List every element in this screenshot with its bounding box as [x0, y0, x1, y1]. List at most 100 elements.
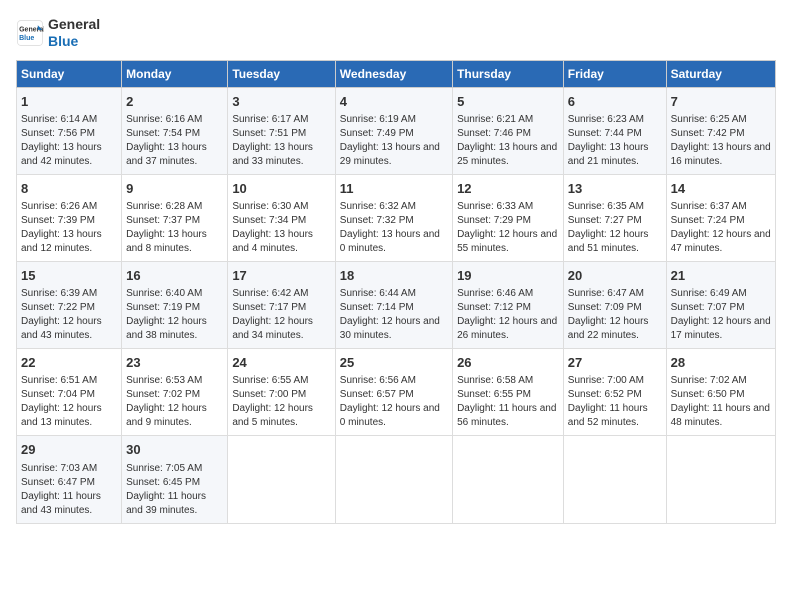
calendar-cell: 30 Sunrise: 7:05 AM Sunset: 6:45 PM Dayl…: [122, 436, 228, 523]
calendar-table: SundayMondayTuesdayWednesdayThursdayFrid…: [16, 60, 776, 524]
sunrise-label: Sunrise: 6:14 AM: [21, 114, 97, 125]
sunset-label: Sunset: 7:09 PM: [568, 302, 642, 313]
daylight-label: Daylight: 13 hours and 42 minutes.: [21, 142, 102, 167]
sunrise-label: Sunrise: 6:51 AM: [21, 375, 97, 386]
day-number: 9: [126, 180, 223, 198]
daylight-label: Daylight: 12 hours and 17 minutes.: [671, 316, 771, 341]
calendar-cell: 29 Sunrise: 7:03 AM Sunset: 6:47 PM Dayl…: [17, 436, 122, 523]
day-number: 3: [232, 93, 330, 111]
day-number: 7: [671, 93, 771, 111]
week-row-5: 29 Sunrise: 7:03 AM Sunset: 6:47 PM Dayl…: [17, 436, 776, 523]
sunrise-label: Sunrise: 6:17 AM: [232, 114, 308, 125]
calendar-cell: [228, 436, 335, 523]
day-number: 28: [671, 354, 771, 372]
sunset-label: Sunset: 6:55 PM: [457, 389, 531, 400]
day-number: 1: [21, 93, 117, 111]
sunset-label: Sunset: 7:14 PM: [340, 302, 414, 313]
daylight-label: Daylight: 12 hours and 5 minutes.: [232, 403, 313, 428]
daylight-label: Daylight: 13 hours and 16 minutes.: [671, 142, 771, 167]
sunrise-label: Sunrise: 6:26 AM: [21, 201, 97, 212]
calendar-cell: 21 Sunrise: 6:49 AM Sunset: 7:07 PM Dayl…: [666, 261, 775, 348]
day-number: 10: [232, 180, 330, 198]
day-number: 23: [126, 354, 223, 372]
sunset-label: Sunset: 7:56 PM: [21, 128, 95, 139]
sunrise-label: Sunrise: 6:40 AM: [126, 288, 202, 299]
logo-icon: General Blue: [16, 19, 44, 47]
sunrise-label: Sunrise: 6:58 AM: [457, 375, 533, 386]
day-number: 8: [21, 180, 117, 198]
day-number: 20: [568, 267, 662, 285]
daylight-label: Daylight: 13 hours and 33 minutes.: [232, 142, 313, 167]
calendar-cell: 14 Sunrise: 6:37 AM Sunset: 7:24 PM Dayl…: [666, 174, 775, 261]
sunrise-label: Sunrise: 7:03 AM: [21, 463, 97, 474]
sunrise-label: Sunrise: 6:47 AM: [568, 288, 644, 299]
daylight-label: Daylight: 12 hours and 55 minutes.: [457, 229, 557, 254]
day-number: 18: [340, 267, 448, 285]
calendar-cell: 1 Sunrise: 6:14 AM Sunset: 7:56 PM Dayli…: [17, 87, 122, 174]
daylight-label: Daylight: 13 hours and 8 minutes.: [126, 229, 207, 254]
daylight-label: Daylight: 13 hours and 21 minutes.: [568, 142, 649, 167]
svg-text:Blue: Blue: [19, 35, 34, 42]
calendar-cell: 12 Sunrise: 6:33 AM Sunset: 7:29 PM Dayl…: [453, 174, 564, 261]
week-row-4: 22 Sunrise: 6:51 AM Sunset: 7:04 PM Dayl…: [17, 349, 776, 436]
sunset-label: Sunset: 7:51 PM: [232, 128, 306, 139]
daylight-label: Daylight: 12 hours and 13 minutes.: [21, 403, 102, 428]
week-row-3: 15 Sunrise: 6:39 AM Sunset: 7:22 PM Dayl…: [17, 261, 776, 348]
day-number: 5: [457, 93, 559, 111]
daylight-label: Daylight: 13 hours and 12 minutes.: [21, 229, 102, 254]
daylight-label: Daylight: 13 hours and 0 minutes.: [340, 229, 440, 254]
sunrise-label: Sunrise: 6:46 AM: [457, 288, 533, 299]
logo-text-line1: General: [48, 16, 100, 33]
daylight-label: Daylight: 12 hours and 22 minutes.: [568, 316, 649, 341]
sunset-label: Sunset: 7:49 PM: [340, 128, 414, 139]
sunset-label: Sunset: 7:00 PM: [232, 389, 306, 400]
sunset-label: Sunset: 7:07 PM: [671, 302, 745, 313]
calendar-cell: 20 Sunrise: 6:47 AM Sunset: 7:09 PM Dayl…: [563, 261, 666, 348]
day-number: 30: [126, 441, 223, 459]
sunrise-label: Sunrise: 6:30 AM: [232, 201, 308, 212]
calendar-cell: 24 Sunrise: 6:55 AM Sunset: 7:00 PM Dayl…: [228, 349, 335, 436]
calendar-cell: 3 Sunrise: 6:17 AM Sunset: 7:51 PM Dayli…: [228, 87, 335, 174]
calendar-cell: 2 Sunrise: 6:16 AM Sunset: 7:54 PM Dayli…: [122, 87, 228, 174]
sunset-label: Sunset: 7:34 PM: [232, 215, 306, 226]
sunset-label: Sunset: 7:39 PM: [21, 215, 95, 226]
calendar-cell: 27 Sunrise: 7:00 AM Sunset: 6:52 PM Dayl…: [563, 349, 666, 436]
daylight-label: Daylight: 12 hours and 43 minutes.: [21, 316, 102, 341]
sunrise-label: Sunrise: 6:28 AM: [126, 201, 202, 212]
daylight-label: Daylight: 11 hours and 43 minutes.: [21, 491, 101, 516]
calendar-cell: 16 Sunrise: 6:40 AM Sunset: 7:19 PM Dayl…: [122, 261, 228, 348]
calendar-cell: [335, 436, 452, 523]
calendar-cell: 17 Sunrise: 6:42 AM Sunset: 7:17 PM Dayl…: [228, 261, 335, 348]
calendar-cell: 6 Sunrise: 6:23 AM Sunset: 7:44 PM Dayli…: [563, 87, 666, 174]
sunrise-label: Sunrise: 7:00 AM: [568, 375, 644, 386]
daylight-label: Daylight: 12 hours and 47 minutes.: [671, 229, 771, 254]
daylight-label: Daylight: 12 hours and 51 minutes.: [568, 229, 649, 254]
header-wednesday: Wednesday: [335, 60, 452, 87]
sunset-label: Sunset: 6:52 PM: [568, 389, 642, 400]
sunrise-label: Sunrise: 6:19 AM: [340, 114, 416, 125]
daylight-label: Daylight: 11 hours and 56 minutes.: [457, 403, 556, 428]
sunset-label: Sunset: 7:12 PM: [457, 302, 531, 313]
sunset-label: Sunset: 7:29 PM: [457, 215, 531, 226]
logo: General Blue General Blue: [16, 16, 100, 50]
sunset-label: Sunset: 7:17 PM: [232, 302, 306, 313]
calendar-cell: 9 Sunrise: 6:28 AM Sunset: 7:37 PM Dayli…: [122, 174, 228, 261]
calendar-cell: [563, 436, 666, 523]
day-number: 2: [126, 93, 223, 111]
daylight-label: Daylight: 13 hours and 4 minutes.: [232, 229, 313, 254]
sunrise-label: Sunrise: 6:39 AM: [21, 288, 97, 299]
sunrise-label: Sunrise: 6:33 AM: [457, 201, 533, 212]
sunrise-label: Sunrise: 6:35 AM: [568, 201, 644, 212]
sunrise-label: Sunrise: 7:02 AM: [671, 375, 747, 386]
header-sunday: Sunday: [17, 60, 122, 87]
sunset-label: Sunset: 7:44 PM: [568, 128, 642, 139]
daylight-label: Daylight: 12 hours and 26 minutes.: [457, 316, 557, 341]
daylight-label: Daylight: 12 hours and 0 minutes.: [340, 403, 440, 428]
sunrise-label: Sunrise: 6:25 AM: [671, 114, 747, 125]
daylight-label: Daylight: 12 hours and 34 minutes.: [232, 316, 313, 341]
day-number: 6: [568, 93, 662, 111]
calendar-cell: 10 Sunrise: 6:30 AM Sunset: 7:34 PM Dayl…: [228, 174, 335, 261]
day-number: 17: [232, 267, 330, 285]
sunset-label: Sunset: 7:04 PM: [21, 389, 95, 400]
sunset-label: Sunset: 7:54 PM: [126, 128, 200, 139]
